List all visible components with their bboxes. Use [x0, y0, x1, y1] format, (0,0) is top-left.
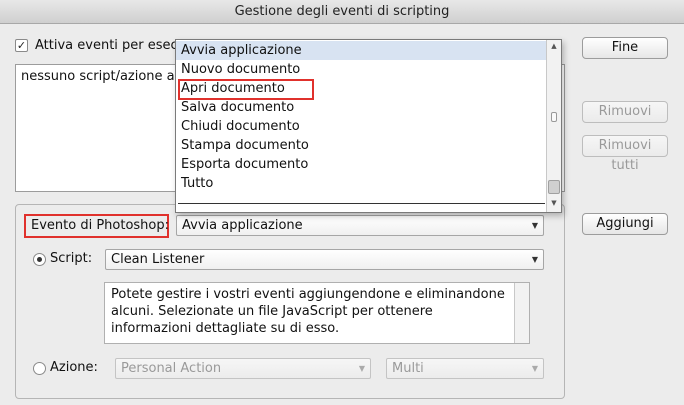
dropdown-separator	[178, 203, 545, 204]
dropdown-arrow-icon: ▼	[531, 364, 538, 373]
done-button[interactable]: Fine	[582, 37, 668, 59]
scroll-up-icon[interactable]: ▲	[547, 42, 561, 50]
enable-events-checkbox[interactable]: ✓	[15, 39, 28, 52]
dropdown-arrow-icon: ▼	[358, 364, 365, 373]
action-set-value: Personal Action	[121, 361, 222, 376]
script-description: Potete gestire i vostri eventi aggiungen…	[104, 282, 530, 344]
remove-button[interactable]: Rimuovi	[582, 101, 668, 123]
dropdown-arrow-icon: ▼	[531, 221, 538, 230]
window-titlebar: Gestione degli eventi di scripting	[0, 0, 684, 24]
script-select[interactable]: Clean Listener ▼	[105, 249, 544, 270]
action-set-select[interactable]: Personal Action ▼	[115, 358, 371, 379]
description-text: Potete gestire i vostri eventi aggiungen…	[111, 287, 505, 336]
enable-events-label: Attiva eventi per esecu	[35, 38, 186, 53]
script-label: Script:	[50, 251, 93, 266]
remove-all-button[interactable]: Rimuovi tutti	[582, 135, 668, 173]
dropdown-arrow-icon: ▼	[531, 255, 538, 264]
scroll-thumb-grip-icon[interactable]	[551, 112, 557, 122]
dropdown-item-export-document[interactable]: Esporta documento	[176, 155, 547, 174]
script-value: Clean Listener	[111, 252, 205, 267]
action-label: Azione:	[50, 360, 98, 375]
dropdown-item-start-app[interactable]: Avvia applicazione	[176, 41, 547, 60]
event-dropdown-menu: Avvia applicazione Nuovo documento Apri …	[175, 39, 562, 213]
photoshop-event-select[interactable]: Avvia applicazione ▼	[176, 215, 544, 236]
radio-dot-icon	[37, 257, 42, 262]
window-title: Gestione degli eventi di scripting	[234, 4, 450, 19]
photoshop-event-label: Evento di Photoshop:	[31, 218, 170, 233]
dropdown-item-new-document[interactable]: Nuovo documento	[176, 60, 547, 79]
action-value: Multi	[392, 361, 424, 376]
dropdown-item-print-document[interactable]: Stampa documento	[176, 136, 547, 155]
description-scrollbar[interactable]	[514, 283, 529, 343]
photoshop-event-label-highlight: Evento di Photoshop:	[24, 214, 169, 238]
action-select[interactable]: Multi ▼	[386, 358, 544, 379]
scroll-down-icon[interactable]: ▼	[547, 199, 561, 207]
add-button[interactable]: Aggiungi	[582, 213, 668, 235]
dropdown-item-close-document[interactable]: Chiudi documento	[176, 117, 547, 136]
dropdown-item-save-document[interactable]: Salva documento	[176, 98, 547, 117]
list-item[interactable]: nessuno script/azione as	[21, 69, 181, 84]
scroll-thumb[interactable]	[548, 180, 560, 194]
action-radio[interactable]	[33, 362, 46, 375]
dropdown-item-all[interactable]: Tutto	[176, 174, 547, 193]
script-radio[interactable]	[33, 253, 46, 266]
checkmark-icon: ✓	[16, 39, 27, 52]
open-document-highlight	[178, 79, 314, 100]
dropdown-scrollbar[interactable]: ▲ ▼	[546, 40, 561, 212]
photoshop-event-value: Avvia applicazione	[182, 218, 303, 233]
